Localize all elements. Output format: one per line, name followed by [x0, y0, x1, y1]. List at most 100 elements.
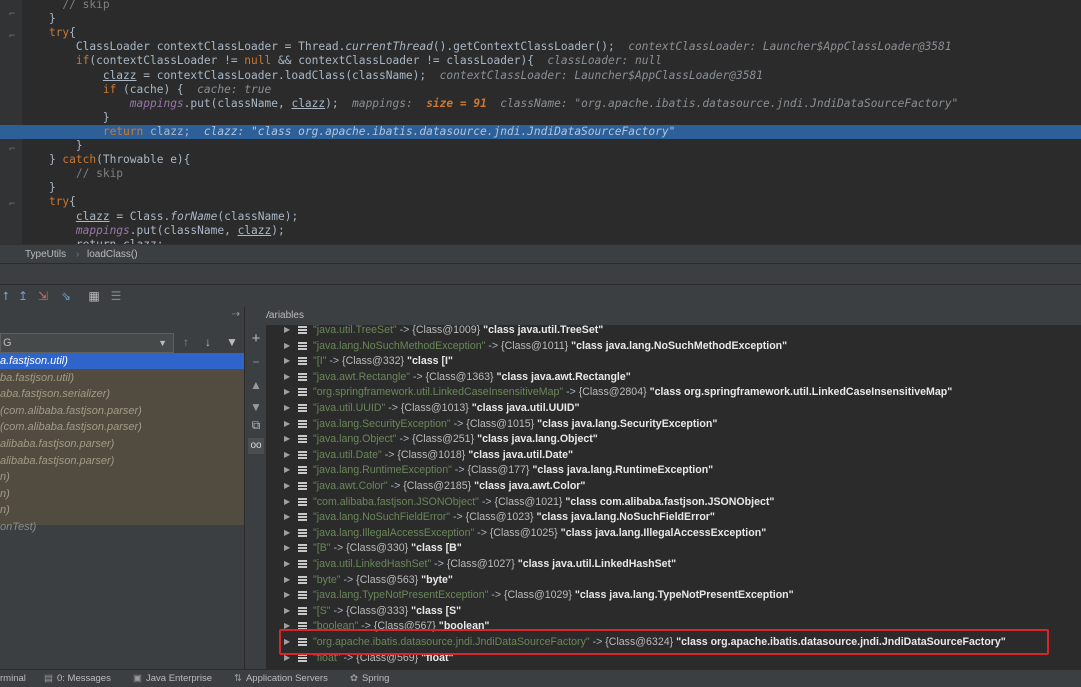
- code-line[interactable]: // skip: [0, 0, 1081, 12]
- breadcrumb-item-method[interactable]: loadClass(): [87, 245, 138, 264]
- code-line[interactable]: if (cache) { cache: true: [0, 83, 1081, 97]
- code-line[interactable]: mappings.put(className, clazz); mappings…: [0, 97, 1081, 111]
- variable-row[interactable]: ▶ "java.lang.IllegalAccessException" -> {…: [266, 525, 1081, 541]
- variable-row[interactable]: ▶ "java.lang.Object" -> {Class@251} "clas…: [266, 431, 1081, 447]
- variable-row[interactable]: ▶ "java.util.TreeSet" -> {Class@1009} "cl…: [266, 322, 1081, 338]
- drop-frame-icon[interactable]: ⇲: [35, 288, 51, 304]
- code-line[interactable]: mappings.put(className, clazz);: [0, 224, 1081, 238]
- variable-row[interactable]: ▶ "java.awt.Rectangle" -> {Class@1363} "c…: [266, 369, 1081, 385]
- frame-item[interactable]: (com.alibaba.fastjson.parser): [0, 403, 244, 419]
- trace-icon[interactable]: ☰: [108, 288, 124, 304]
- variable-row[interactable]: ▶ "[S" -> {Class@333} "class [S": [266, 603, 1081, 619]
- expand-arrow-icon[interactable]: ▶: [284, 416, 290, 432]
- variable-ref: {Class@1023}: [465, 511, 534, 524]
- code-line[interactable]: }: [0, 139, 1081, 153]
- variable-row[interactable]: ▶ "java.awt.Color" -> {Class@2185} "class…: [266, 478, 1081, 494]
- expand-arrow-icon[interactable]: ▶: [284, 400, 290, 416]
- expand-arrow-icon[interactable]: ▶: [284, 494, 290, 510]
- variable-row[interactable]: ▶ "java.lang.NoSuchMethodException" -> {C…: [266, 338, 1081, 354]
- frame-list: a.fastjson.util) ba.fastjson.util) aba.fas…: [0, 353, 244, 533]
- expand-arrow-icon[interactable]: ▶: [284, 322, 290, 338]
- breadcrumb-item-class[interactable]: TypeUtils: [25, 245, 66, 264]
- expand-arrow-icon[interactable]: ▶: [284, 572, 290, 588]
- frame-item[interactable]: (com.alibaba.fastjson.parser): [0, 419, 244, 435]
- variable-row[interactable]: ▶ "byte" -> {Class@563} "byte": [266, 572, 1081, 588]
- code-token: }: [22, 12, 56, 26]
- arrow-up-icon[interactable]: ▲: [248, 377, 264, 393]
- expand-arrow-icon[interactable]: ▶: [284, 509, 290, 525]
- expand-arrow-icon[interactable]: ▶: [284, 431, 290, 447]
- variable-row[interactable]: ▶ "java.util.Date" -> {Class@1018} "class…: [266, 447, 1081, 463]
- variable-row[interactable]: ▶ "java.lang.RuntimeException" -> {Class@…: [266, 462, 1081, 478]
- frame-item[interactable]: alibaba.fastjson.parser): [0, 453, 244, 469]
- code-line[interactable]: }: [0, 111, 1081, 125]
- arrow-down-icon[interactable]: ↓: [205, 335, 211, 349]
- code-line[interactable]: try{: [0, 26, 1081, 40]
- code-line[interactable]: // skip: [0, 167, 1081, 181]
- tab-application-servers[interactable]: ⇅ Application Servers: [234, 670, 328, 687]
- add-watch-icon[interactable]: +: [248, 331, 264, 347]
- frame-item[interactable]: ba.fastjson.util): [0, 370, 244, 386]
- filter-icon[interactable]: ▼: [226, 335, 238, 349]
- tab-java-enterprise[interactable]: ▣ Java Enterprise: [133, 670, 212, 687]
- variable-key: "org.springframework.util.LinkedCaseInse…: [313, 386, 564, 399]
- code-line[interactable]: }: [0, 12, 1081, 26]
- expand-arrow-icon[interactable]: ▶: [284, 384, 290, 400]
- expand-arrow-icon[interactable]: ▶: [284, 353, 290, 369]
- expand-arrow-icon[interactable]: ▶: [284, 447, 290, 463]
- variable-row[interactable]: ▶ "java.lang.NoSuchFieldError" -> {Class@…: [266, 509, 1081, 525]
- expand-arrow-icon[interactable]: ▶: [284, 587, 290, 603]
- variable-row[interactable]: ▶ "java.util.UUID" -> {Class@1013} "class…: [266, 400, 1081, 416]
- tab-messages[interactable]: ▤ 0: Messages: [44, 670, 111, 687]
- step-out-icon[interactable]: ⭡: [0, 288, 14, 304]
- code-line-current[interactable]: return clazz; clazz: "class org.apache.i…: [0, 124, 1081, 139]
- expand-arrow-icon[interactable]: ▶: [284, 369, 290, 385]
- code-line[interactable]: ClassLoader contextClassLoader = Thread.…: [0, 40, 1081, 54]
- code-editor[interactable]: ⌐ ⌐ ⌐ ⌐ // skip } try{ ClassLoader conte…: [0, 0, 1081, 244]
- evaluate-icon[interactable]: ▦: [86, 288, 102, 304]
- tab-terminal[interactable]: rminal: [0, 670, 26, 687]
- code-line[interactable]: clazz = Class.forName(className);: [0, 210, 1081, 224]
- frame-item[interactable]: n): [0, 486, 244, 502]
- variable-row[interactable]: ▶ "java.lang.TypeNotPresentException" -> …: [266, 587, 1081, 603]
- expand-arrow-icon[interactable]: ▶: [284, 603, 290, 619]
- frame-item[interactable]: onTest): [0, 519, 244, 535]
- pin-icon[interactable]: ⇢: [232, 309, 240, 320]
- arrow-up-icon[interactable]: ↑: [183, 335, 189, 349]
- code-line[interactable]: clazz = contextClassLoader.loadClass(cla…: [0, 69, 1081, 83]
- variable-row[interactable]: ▶ "java.util.LinkedHashSet" -> {Class@102…: [266, 556, 1081, 572]
- variable-row[interactable]: ▶ "org.springframework.util.LinkedCaseIns…: [266, 384, 1081, 400]
- code-line[interactable]: } catch(Throwable e){: [0, 153, 1081, 167]
- arrow-down-icon[interactable]: ▼: [248, 399, 264, 415]
- frame-item[interactable]: n): [0, 469, 244, 485]
- variable-arrow: ->: [396, 433, 413, 446]
- code-line[interactable]: try{: [0, 195, 1081, 209]
- frame-item[interactable]: alibaba.fastjson.parser): [0, 436, 244, 452]
- run-to-cursor-icon[interactable]: ⇘: [58, 288, 74, 304]
- expand-arrow-icon[interactable]: ▶: [284, 462, 290, 478]
- expand-arrow-icon[interactable]: ▶: [284, 540, 290, 556]
- variable-row[interactable]: ▶ "java.lang.SecurityException" -> {Class…: [266, 416, 1081, 432]
- panel-divider[interactable]: [0, 263, 1081, 285]
- expand-arrow-icon[interactable]: ▶: [284, 556, 290, 572]
- minus-icon[interactable]: −: [248, 354, 264, 370]
- code-line[interactable]: }: [0, 181, 1081, 195]
- code-token: mappings: [75, 223, 130, 237]
- step-up-icon[interactable]: ↥: [15, 288, 31, 304]
- copy-icon[interactable]: ⧉: [248, 417, 264, 433]
- tab-spring[interactable]: ✿ Spring: [350, 670, 389, 687]
- map-entry-icon: [298, 357, 307, 366]
- variable-entry: "java.lang.TypeNotPresentException" -> {…: [313, 587, 794, 603]
- variable-row[interactable]: ▶ "[I" -> {Class@332} "class [I": [266, 353, 1081, 369]
- frame-item[interactable]: aba.fastjson.serializer): [0, 386, 244, 402]
- thread-select[interactable]: G ▼: [0, 333, 174, 353]
- variable-row[interactable]: ▶ "[B" -> {Class@330} "class [B": [266, 540, 1081, 556]
- watches-icon[interactable]: oo: [248, 438, 264, 454]
- expand-arrow-icon[interactable]: ▶: [284, 478, 290, 494]
- expand-arrow-icon[interactable]: ▶: [284, 525, 290, 541]
- code-line[interactable]: if(contextClassLoader != null && context…: [0, 54, 1081, 68]
- frame-item-selected[interactable]: a.fastjson.util): [0, 353, 244, 369]
- expand-arrow-icon[interactable]: ▶: [284, 338, 290, 354]
- variable-row[interactable]: ▶ "com.alibaba.fastjson.JSONObject" -> {C…: [266, 494, 1081, 510]
- frame-item[interactable]: n): [0, 502, 244, 518]
